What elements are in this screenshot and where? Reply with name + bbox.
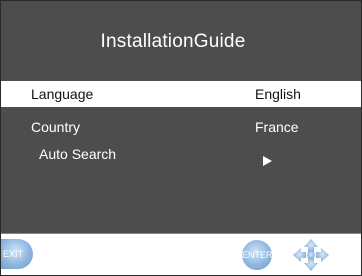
menu-item-value: France — [255, 119, 299, 135]
menu-item-country[interactable]: Country France — [1, 114, 361, 140]
navigation-arrows-icon — [293, 239, 329, 271]
menu-item-label: Language — [31, 86, 94, 102]
menu-item-auto-search[interactable]: Auto Search — [1, 138, 361, 166]
menu-item-language[interactable]: Language English — [1, 81, 361, 107]
menu-item-label: Auto Search — [39, 146, 117, 162]
menu-item-value: English — [255, 86, 301, 102]
exit-button[interactable]: EXIT — [1, 239, 33, 269]
footer-bar: EXIT ENTER — [1, 234, 361, 275]
installation-guide-screen: InstallationGuide Language English Count… — [0, 0, 362, 276]
enter-button[interactable]: ENTER — [242, 240, 273, 270]
menu-item-label: Country — [31, 119, 81, 135]
play-icon — [263, 156, 272, 166]
menu-panel: InstallationGuide Language English Count… — [1, 1, 361, 233]
menu-title: InstallationGuide — [100, 31, 246, 52]
